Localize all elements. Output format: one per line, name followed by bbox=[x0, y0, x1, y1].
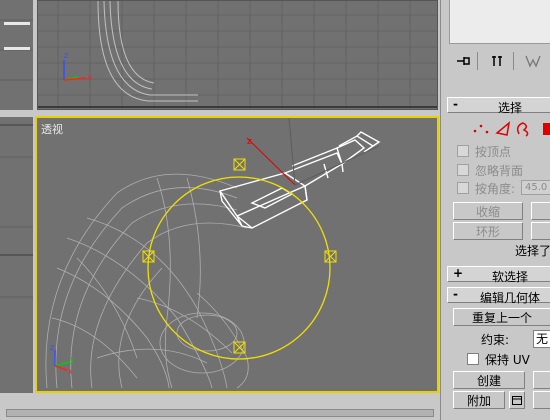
preserve-uv-check[interactable]: 保持 UV bbox=[467, 351, 530, 367]
transform-gizmo: z bbox=[142, 118, 380, 360]
checkbox-label: 按顶点 bbox=[475, 144, 512, 159]
list-icon bbox=[512, 395, 522, 405]
rollout-toggle[interactable]: - bbox=[453, 97, 458, 111]
checkbox-label: 按角度: bbox=[475, 181, 516, 196]
viewport-top-left[interactable] bbox=[0, 0, 33, 110]
show-end-result-icon[interactable] bbox=[485, 52, 509, 70]
perspective-scene: z z y x bbox=[45, 118, 381, 389]
create-button[interactable]: 创建 bbox=[453, 371, 525, 389]
viewport-left-grid bbox=[0, 124, 33, 298]
loop-button[interactable] bbox=[531, 222, 550, 240]
max-application: 透视 z z y x z x - 选择 按顶点 忽略背面 按角度: 45.0 收… bbox=[0, 0, 550, 420]
svg-text:x: x bbox=[68, 367, 73, 376]
checkbox[interactable] bbox=[457, 182, 469, 194]
detach-button[interactable] bbox=[533, 391, 550, 409]
viewport-top-left-grid bbox=[0, 19, 33, 81]
rollout-toggle[interactable]: + bbox=[453, 266, 463, 280]
repeat-last-button[interactable]: 重复上一个 bbox=[453, 308, 550, 326]
vertex-icon bbox=[473, 124, 489, 134]
attach-button[interactable]: 附加 bbox=[453, 391, 505, 409]
checkbox-label: 保持 UV bbox=[485, 352, 530, 367]
attach-list-button[interactable] bbox=[509, 391, 525, 409]
front-axis-tripod-icon: z x bbox=[63, 51, 92, 82]
selection-status: 选择了 bbox=[515, 244, 550, 258]
checkbox[interactable] bbox=[457, 145, 469, 157]
command-panel-header bbox=[449, 0, 550, 44]
rollout-edit-geometry[interactable]: - 编辑几何体 bbox=[447, 287, 550, 305]
shrink-button[interactable]: 收缩 bbox=[453, 202, 523, 220]
rollout-soft-selection[interactable]: + 软选择 bbox=[447, 266, 550, 284]
selected-polygon-object bbox=[218, 131, 381, 229]
viewport-perspective[interactable]: 透视 z z y x bbox=[35, 116, 439, 393]
rollout-title: 选择 bbox=[497, 101, 522, 115]
rollout-title: 软选择 bbox=[491, 270, 528, 284]
checkbox[interactable] bbox=[457, 164, 469, 176]
checkbox[interactable] bbox=[467, 353, 479, 365]
subobject-level-icons bbox=[473, 121, 550, 137]
collapse-button[interactable] bbox=[533, 371, 550, 389]
by-vertex-check[interactable]: 按顶点 bbox=[457, 143, 511, 159]
time-slider-bar[interactable] bbox=[6, 409, 434, 417]
constraint-dropdown[interactable]: 无 bbox=[533, 330, 550, 348]
by-angle-check[interactable]: 按角度: bbox=[457, 180, 515, 196]
ring-button[interactable]: 环形 bbox=[453, 222, 523, 240]
edge-icon bbox=[495, 121, 511, 136]
checkbox-label: 忽略背面 bbox=[475, 163, 524, 178]
svg-text:z: z bbox=[50, 343, 54, 352]
rollout-toggle[interactable]: - bbox=[453, 287, 458, 301]
make-unique-icon[interactable] bbox=[521, 52, 545, 70]
polygon-icon bbox=[543, 123, 550, 135]
command-panel: - 选择 按顶点 忽略背面 按角度: 45.0 收缩 环形 选择了 + 软选择 … bbox=[440, 0, 550, 420]
constraint-label: 约束: bbox=[481, 333, 510, 347]
command-panel-tabs bbox=[445, 50, 550, 72]
angle-spinner[interactable]: 45.0 bbox=[521, 180, 550, 195]
ignore-backfacing-check[interactable]: 忽略背面 bbox=[457, 162, 523, 178]
viewport-left[interactable] bbox=[0, 117, 33, 393]
grow-button[interactable] bbox=[531, 202, 550, 220]
svg-text:y: y bbox=[70, 355, 75, 364]
border-icon bbox=[516, 122, 529, 137]
rollout-selection[interactable]: - 选择 bbox=[447, 97, 550, 115]
svg-text:z: z bbox=[64, 51, 68, 60]
rollout-title: 编辑几何体 bbox=[479, 291, 540, 305]
time-slider-track[interactable] bbox=[0, 396, 440, 420]
svg-text:x: x bbox=[87, 73, 92, 82]
svg-text:z: z bbox=[247, 137, 252, 147]
pin-stack-icon[interactable] bbox=[451, 52, 475, 70]
